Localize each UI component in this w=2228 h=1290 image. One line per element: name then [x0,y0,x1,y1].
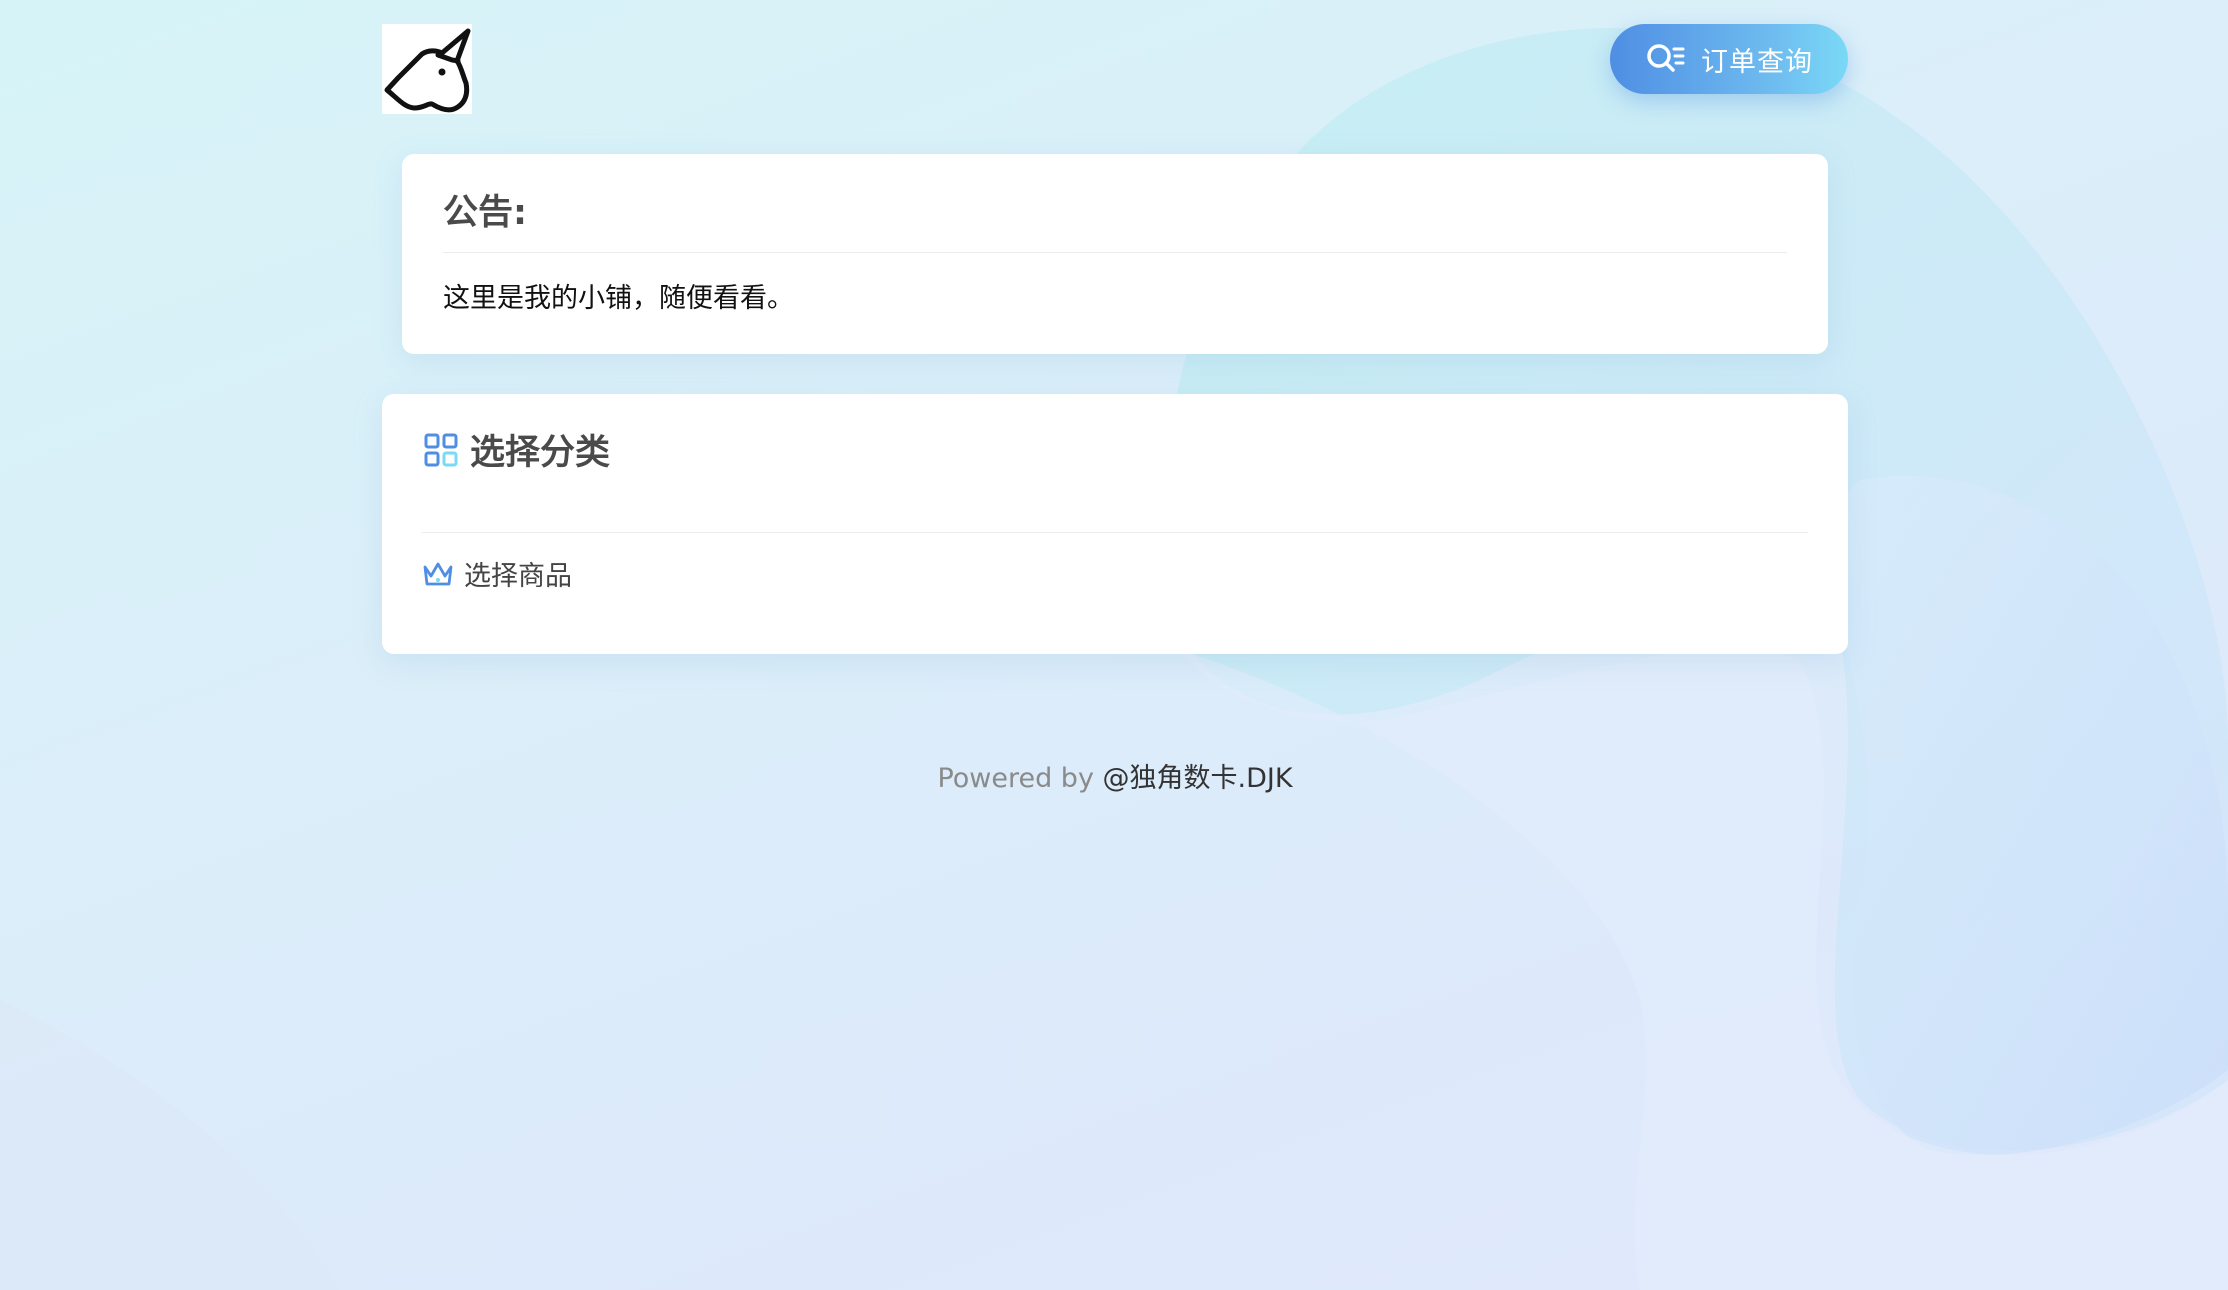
notice-title: 公告: [443,193,527,233]
footer-powered-by: Powered by [937,763,1103,794]
footer-brand-link[interactable]: @独角数卡.DJK [1103,763,1293,794]
order-query-button[interactable]: 订单查询 [1610,24,1848,94]
select-product-item[interactable]: 选择商品 [422,554,572,593]
category-card: 选择分类 选择商品 [382,394,1848,654]
category-header: 选择分类 [424,424,610,475]
order-query-label: 订单查询 [1701,46,1813,78]
notice-text: 这里是我的小铺，随便看看。 [443,283,794,314]
search-list-icon [1647,44,1685,72]
unicorn-logo-icon [384,28,471,113]
category-divider [422,532,1808,533]
category-grid-icon [424,433,458,466]
notice-divider [443,252,1787,253]
notice-card: 公告: 这里是我的小铺，随便看看。 [402,154,1828,354]
footer: Powered by @独角数卡.DJK [382,756,1848,795]
select-product-label: 选择商品 [464,561,572,592]
crown-icon [423,562,453,585]
site-logo[interactable] [382,24,472,114]
category-title: 选择分类 [470,433,611,473]
